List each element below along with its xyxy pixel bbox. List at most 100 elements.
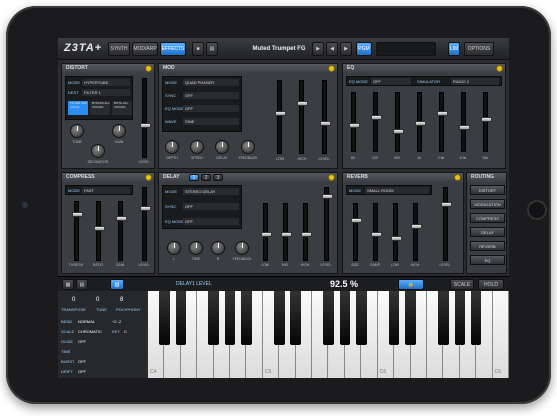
black-key[interactable]: [356, 291, 367, 345]
white-key[interactable]: C6: [492, 291, 509, 378]
right-knob[interactable]: [211, 241, 225, 255]
black-key[interactable]: [241, 291, 252, 345]
gain-fader[interactable]: [116, 201, 127, 261]
tab-mod-arp[interactable]: MOD/ARP: [132, 42, 158, 56]
eq-band-fader[interactable]: [371, 92, 382, 152]
home-button[interactable]: [527, 200, 547, 220]
time-knob[interactable]: [189, 241, 203, 255]
black-key[interactable]: [405, 291, 416, 345]
tab-effects[interactable]: EFFECTS: [160, 42, 186, 56]
black-key[interactable]: [339, 291, 351, 345]
feedback-knob[interactable]: [241, 140, 255, 154]
prev-icon[interactable]: ◀: [326, 42, 338, 56]
mod-eqmode[interactable]: OFF: [183, 105, 239, 112]
play-icon[interactable]: ▶: [312, 42, 324, 56]
black-key[interactable]: [323, 291, 334, 345]
high-fader[interactable]: [297, 80, 308, 154]
compress-level-fader[interactable]: [140, 187, 151, 261]
compress-mode[interactable]: FAST: [82, 187, 130, 194]
tune-value[interactable]: 0: [96, 297, 99, 303]
left-knob[interactable]: [167, 241, 181, 255]
route-delay[interactable]: DELAY: [470, 227, 505, 237]
route-modulation[interactable]: MODULATION: [470, 199, 505, 209]
eq-band-fader[interactable]: [393, 92, 404, 152]
delay-high-fader[interactable]: [301, 203, 312, 261]
delay-knob[interactable]: [215, 140, 229, 154]
hold-button[interactable]: HOLD: [478, 279, 504, 290]
bend-range[interactable]: +2 -2: [112, 319, 121, 324]
power-icon[interactable]: [145, 65, 152, 72]
scale-value[interactable]: CHROMATIC: [78, 329, 102, 334]
route-compress[interactable]: COMPRESS: [470, 213, 505, 223]
save-icon[interactable]: ▤: [206, 42, 218, 56]
eq-band-fader[interactable]: [349, 92, 360, 152]
burst-value[interactable]: OFF: [78, 359, 86, 364]
eq-band-fader[interactable]: [459, 92, 470, 152]
mod-wave[interactable]: SINE: [183, 118, 239, 125]
black-key[interactable]: [454, 291, 466, 345]
voice-both[interactable]: BOTH ALL VOICES: [112, 101, 132, 115]
power-icon[interactable]: [328, 65, 335, 72]
tab-synth[interactable]: SYNTH: [108, 42, 130, 56]
distort-level-fader[interactable]: [140, 78, 151, 158]
power-icon[interactable]: [496, 65, 503, 72]
cube-icon[interactable]: ■: [192, 42, 204, 56]
size-fader[interactable]: [351, 203, 362, 261]
eq-simulator[interactable]: RADIO 2: [451, 78, 499, 85]
tone-knob[interactable]: [70, 124, 84, 138]
eq-band-fader[interactable]: [437, 92, 448, 152]
distort-mode[interactable]: HYPERTUBE: [82, 79, 130, 86]
black-key[interactable]: [290, 291, 301, 345]
route-distort[interactable]: DISTORT: [470, 185, 505, 195]
voice-filter[interactable]: FILTER PER VOICE: [68, 101, 88, 115]
ratio-fader[interactable]: [94, 201, 105, 261]
low-fader[interactable]: [275, 80, 286, 154]
power-icon[interactable]: [145, 174, 152, 181]
drift-value[interactable]: OFF: [78, 369, 86, 374]
mod-sync[interactable]: OFF: [183, 92, 239, 99]
thresh-fader[interactable]: [72, 201, 83, 261]
delay-sync[interactable]: OFF: [183, 203, 239, 210]
delay-mid-fader[interactable]: [281, 203, 292, 261]
power-icon[interactable]: [328, 174, 335, 181]
pgm-button[interactable]: PGM: [356, 42, 372, 56]
speed-knob[interactable]: [190, 140, 204, 154]
eq-band-fader[interactable]: [481, 92, 492, 152]
key-value[interactable]: C: [124, 329, 127, 334]
transpose-value[interactable]: 0: [72, 297, 75, 303]
black-key[interactable]: [388, 291, 400, 345]
list-icon[interactable]: ▤: [76, 279, 88, 290]
bend-value[interactable]: NORMAL: [78, 319, 95, 324]
gain-knob[interactable]: [112, 124, 126, 138]
black-key[interactable]: [438, 291, 449, 345]
black-key[interactable]: [274, 291, 285, 345]
eq-mode[interactable]: OFF: [371, 78, 411, 85]
distort-dest[interactable]: FILTER 1: [82, 89, 130, 96]
tap-1[interactable]: 1: [189, 174, 199, 181]
route-reverb[interactable]: REVERB: [470, 241, 505, 251]
black-key[interactable]: [208, 291, 219, 345]
next-icon[interactable]: ▶: [340, 42, 352, 56]
scale-button[interactable]: SCALE: [450, 279, 474, 290]
damp-fader[interactable]: [371, 203, 382, 261]
tap-3[interactable]: 3: [213, 174, 223, 181]
volume-meter[interactable]: [376, 42, 436, 56]
mod-mode[interactable]: QUAD PHASER: [183, 79, 239, 86]
black-key[interactable]: [159, 291, 170, 345]
black-key[interactable]: [175, 291, 187, 345]
black-key[interactable]: [470, 291, 482, 345]
lim-button[interactable]: LIM: [448, 42, 460, 56]
power-icon[interactable]: [454, 174, 461, 181]
piano-keyboard[interactable]: C4 C5 C6 C6: [148, 291, 509, 378]
delay-level-fader[interactable]: [322, 187, 333, 261]
keyboard-icon[interactable]: ▥: [110, 279, 124, 290]
decimator-knob[interactable]: [91, 144, 105, 158]
reverb-low-fader[interactable]: [391, 203, 402, 261]
glide-value[interactable]: OFF: [78, 339, 86, 344]
lock-icon[interactable]: 🔒: [398, 279, 424, 290]
options-button[interactable]: OPTIONS: [464, 42, 494, 56]
voice-bypass[interactable]: BYPASS ALL VOICES: [90, 101, 110, 115]
mod-level-fader[interactable]: [320, 80, 331, 154]
depth-knob[interactable]: [165, 140, 179, 154]
tap-2[interactable]: 2: [201, 174, 211, 181]
